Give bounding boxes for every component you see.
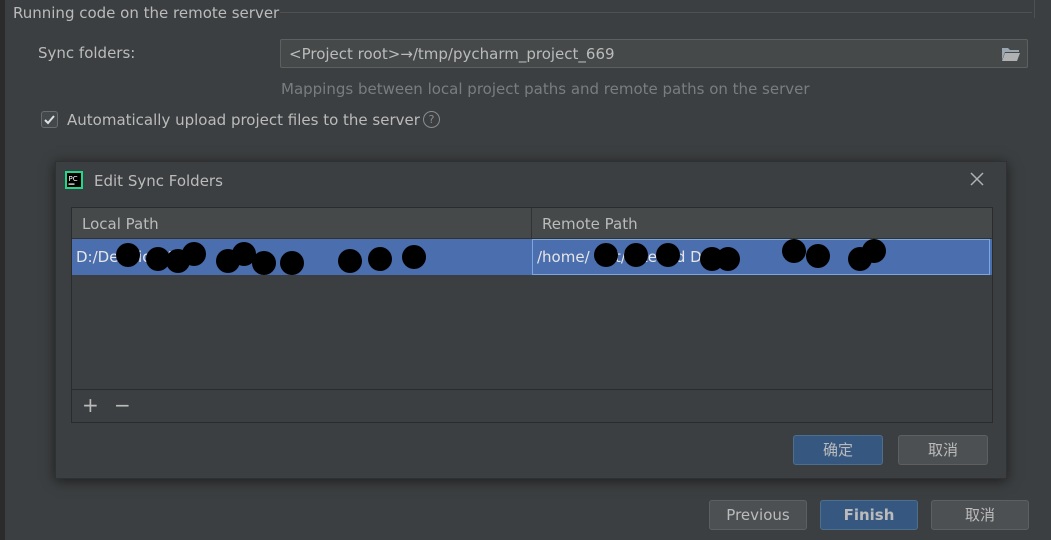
auto-upload-label: Automatically upload project files to th… [67,111,420,129]
sync-folders-table: Local Path Remote Path D:/De i tionV P /… [71,207,993,423]
dialog-title: Edit Sync Folders [94,172,223,190]
remove-icon[interactable]: − [114,395,131,415]
table-toolbar: + − [72,389,992,422]
sync-folders-hint: Mappings between local project paths and… [281,80,810,98]
pycharm-icon: PC [65,171,83,189]
redaction-mark [280,251,304,275]
redaction-mark [252,251,276,275]
redaction-mark [806,244,830,268]
sync-folders-label: Sync folders: [38,44,136,62]
column-divider[interactable] [531,208,532,238]
dialog-cancel-button[interactable]: 取消 [898,435,988,465]
redaction-mark [116,243,140,267]
previous-button[interactable]: Previous [709,500,807,530]
redaction-mark [862,239,886,263]
add-icon[interactable]: + [82,395,99,415]
finish-button[interactable]: Finish [820,500,918,530]
redaction-mark [182,242,206,266]
redaction-mark [402,245,426,269]
redaction-mark [656,243,680,267]
ok-button[interactable]: 确定 [793,435,883,465]
auto-upload-checkbox[interactable] [41,111,58,128]
redaction-mark [368,247,392,271]
section-divider [280,12,1032,13]
table-header: Local Path Remote Path [72,208,992,239]
sync-folders-field[interactable]: <Project root>→/tmp/pycharm_project_669 [280,39,1028,68]
checkmark-icon [44,115,55,125]
column-remote-path[interactable]: Remote Path [542,215,638,233]
edit-sync-folders-dialog: PC Edit Sync Folders Local Path Remote P… [55,161,1007,479]
column-local-path[interactable]: Local Path [82,215,159,233]
redaction-mark [782,239,806,263]
redaction-mark [594,243,618,267]
sync-folders-value: <Project root>→/tmp/pycharm_project_669 [289,45,615,63]
cancel-button[interactable]: 取消 [931,500,1029,530]
svg-text:PC: PC [69,175,78,183]
redaction-mark [716,247,740,271]
table-row[interactable]: D:/De i tionV P /home/ L_ t/Atte Vid DPo… [72,239,992,275]
window-edge [0,0,5,540]
redaction-mark [338,249,362,273]
help-icon[interactable]: ? [423,111,440,128]
redaction-mark [624,243,648,267]
divider [1034,0,1035,18]
section-title: Running code on the remote server [13,4,280,22]
folder-open-icon[interactable] [1001,46,1021,62]
close-icon[interactable] [969,171,985,187]
